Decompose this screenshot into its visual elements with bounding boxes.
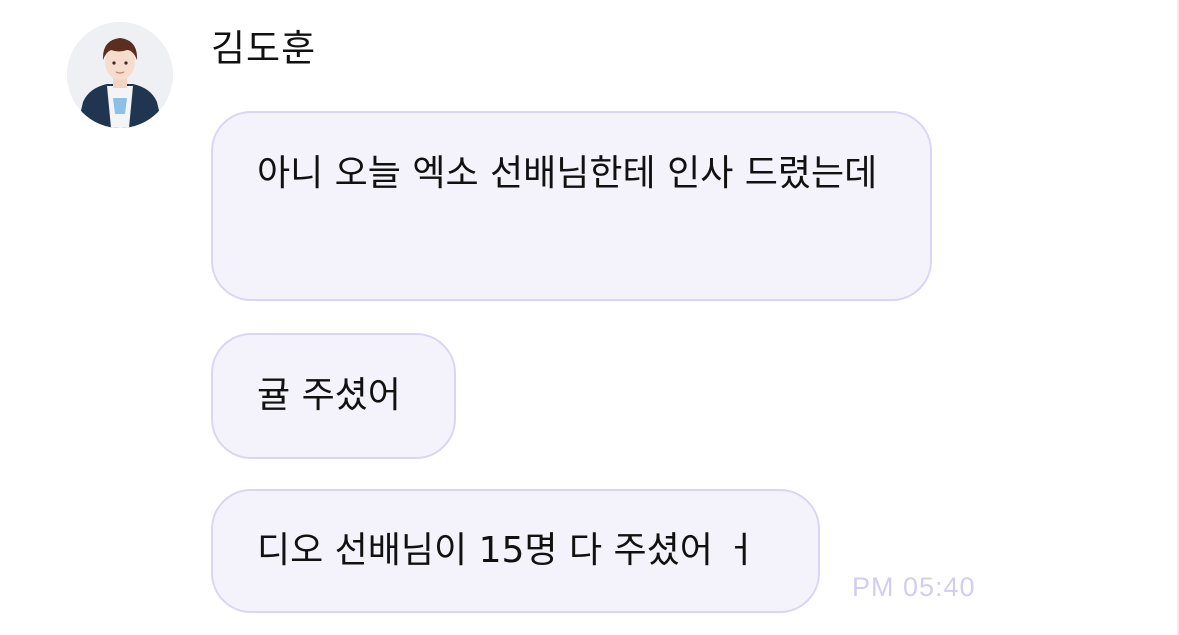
message-bubble[interactable]: 귤 주셨어 xyxy=(211,333,456,459)
message-bubble[interactable]: 아니 오늘 엑소 선배님한테 인사 드렸는데 xyxy=(211,111,932,301)
message-text: 아니 오늘 엑소 선배님한테 인사 드렸는데 xyxy=(257,153,878,194)
sender-name: 김도훈 xyxy=(211,27,317,70)
message-text: 귤 주셨어 xyxy=(257,375,401,416)
message-bubble[interactable]: 디오 선배님이 15명 다 주셨어 ㅓ xyxy=(211,489,820,613)
avatar-photo-icon xyxy=(67,22,173,128)
avatar[interactable] xyxy=(67,22,173,128)
chat-window: 김도훈 아니 오늘 엑소 선배님한테 인사 드렸는데 귤 주셨어 디오 선배님이… xyxy=(0,0,1179,635)
message-text: 디오 선배님이 15명 다 주셨어 ㅓ xyxy=(257,530,758,571)
message-timestamp: PM 05:40 xyxy=(852,572,976,602)
